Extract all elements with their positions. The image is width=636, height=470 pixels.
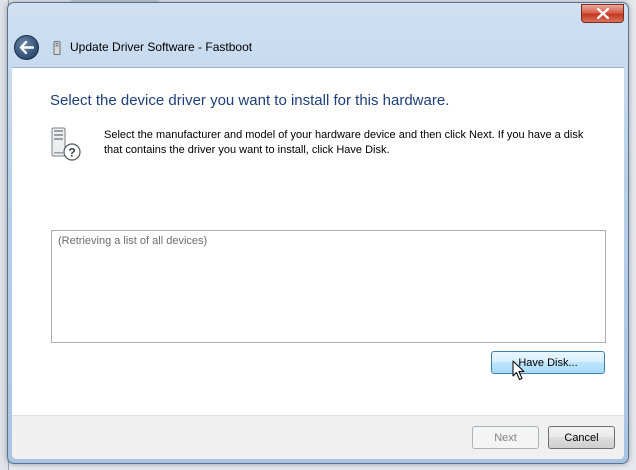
have-disk-button[interactable]: Have Disk...	[491, 351, 605, 374]
page-heading: Select the device driver you want to ins…	[50, 92, 450, 109]
instructions-text: Select the manufacturer and model of you…	[104, 129, 584, 156]
device-list-placeholder: (Retrieving a list of all devices)	[58, 235, 208, 247]
back-button[interactable]	[14, 35, 39, 60]
title-bar: Update Driver Software - Fastboot	[8, 3, 628, 67]
next-button[interactable]: Next	[472, 426, 539, 449]
content-area: Select the device driver you want to ins…	[12, 67, 624, 415]
close-button[interactable]	[581, 4, 624, 23]
device-list[interactable]: (Retrieving a list of all devices)	[51, 230, 606, 343]
dialog-title: Update Driver Software - Fastboot	[70, 40, 253, 54]
mouse-pointer-icon	[512, 360, 525, 380]
cancel-button[interactable]: Cancel	[548, 426, 615, 449]
hardware-help-icon: ?	[51, 127, 81, 161]
close-icon	[596, 8, 609, 19]
dialog-footer: Next Cancel	[12, 415, 624, 459]
back-arrow-icon	[19, 41, 34, 54]
update-driver-dialog: Update Driver Software - Fastboot Select…	[7, 2, 629, 464]
svg-text:?: ?	[68, 146, 75, 160]
device-icon	[53, 41, 61, 55]
